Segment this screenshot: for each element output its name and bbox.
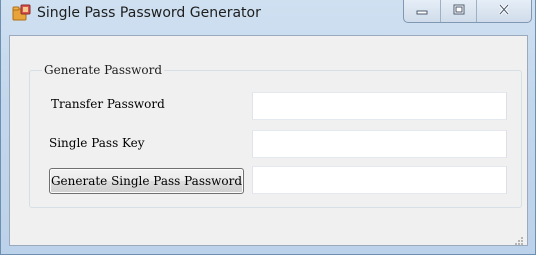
transfer-password-label: Transfer Password — [51, 97, 165, 111]
group-title: Generate Password — [42, 62, 165, 78]
app-window: Single Pass Password Generator Generate … — [0, 0, 536, 255]
close-button[interactable] — [477, 0, 531, 22]
close-icon — [498, 2, 510, 20]
single-pass-key-label: Single Pass Key — [49, 136, 145, 150]
minimize-button[interactable] — [404, 0, 441, 22]
title-bar[interactable]: Single Pass Password Generator — [1, 0, 535, 34]
folder-lock-icon — [12, 4, 32, 22]
window-title: Single Pass Password Generator — [37, 5, 261, 21]
caption-buttons — [403, 0, 532, 23]
transfer-password-field[interactable] — [252, 92, 507, 120]
resize-grip-icon[interactable] — [514, 233, 524, 245]
single-pass-key-field[interactable] — [252, 130, 507, 158]
minimize-icon — [416, 2, 428, 20]
maximize-button[interactable] — [441, 0, 477, 22]
maximize-icon — [453, 2, 465, 20]
generate-single-pass-password-button[interactable]: Generate Single Pass Password — [49, 168, 244, 194]
single-pass-password-output[interactable] — [252, 166, 507, 194]
